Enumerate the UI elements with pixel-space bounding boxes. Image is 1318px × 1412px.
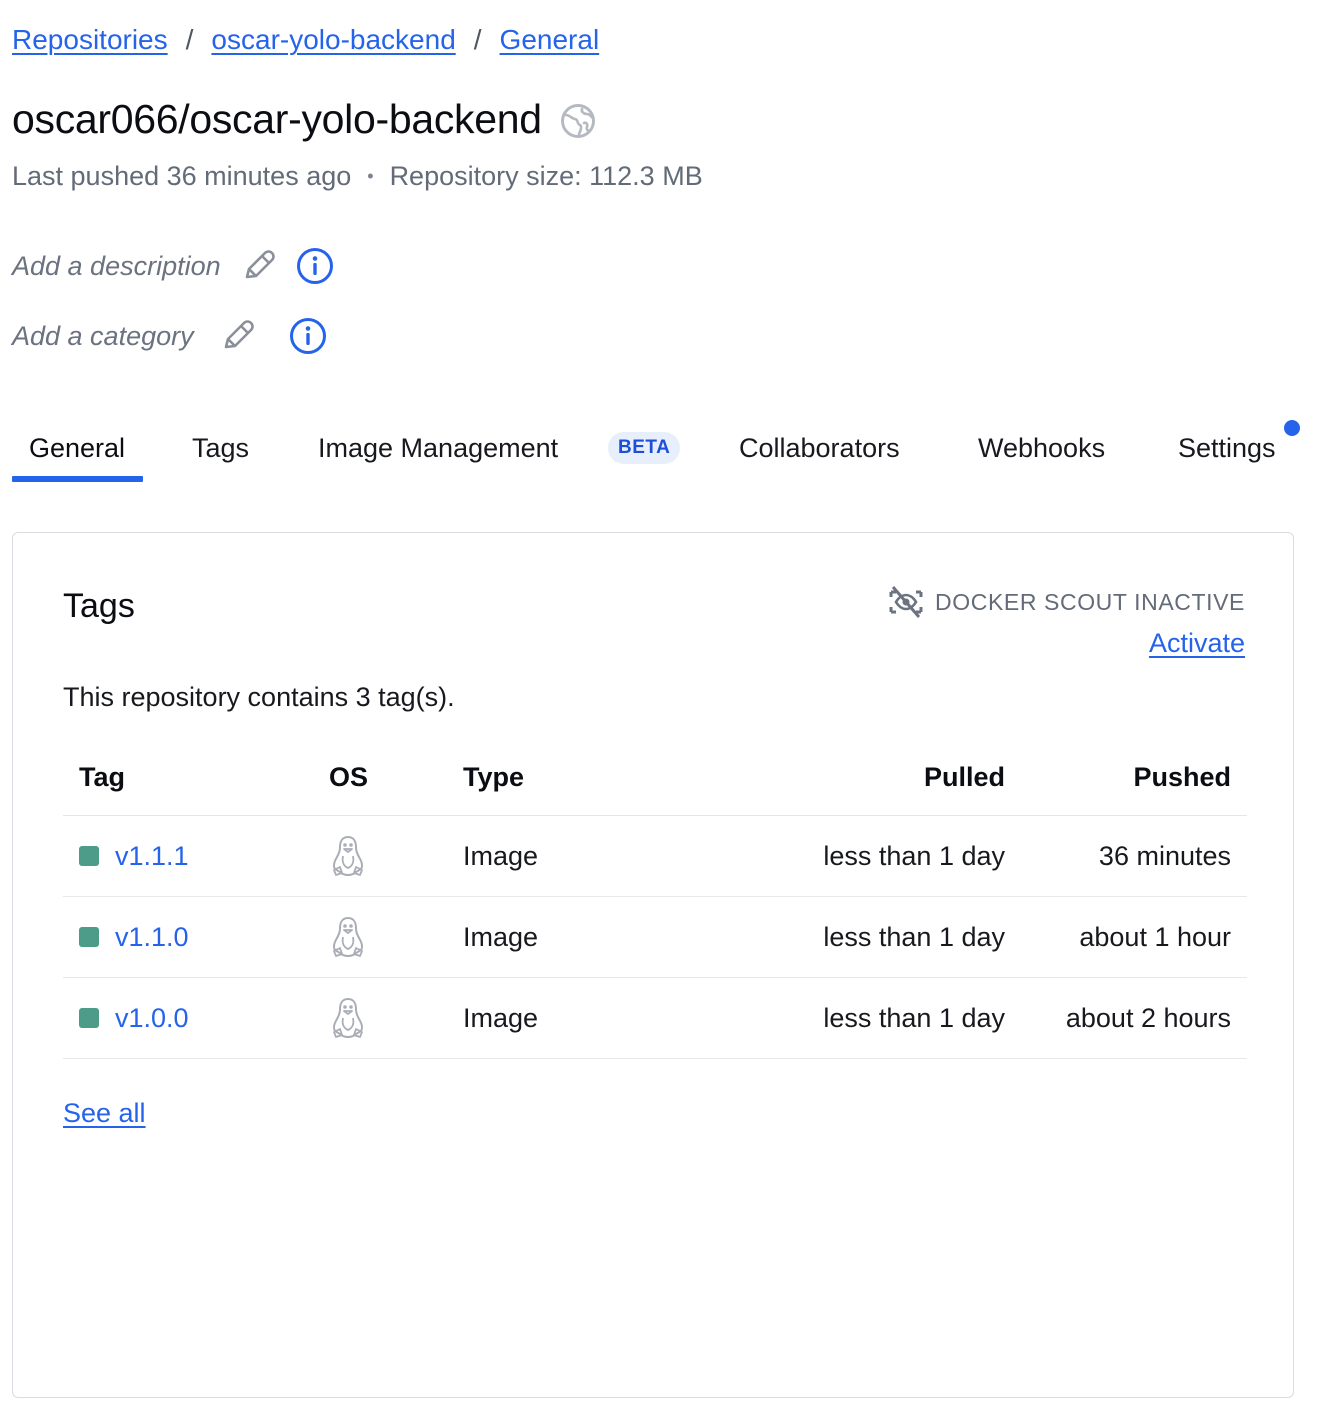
breadcrumb-general-link[interactable]: General: [500, 22, 600, 58]
tag-status-square: [79, 1008, 99, 1028]
last-pushed-text: Last pushed 36 minutes ago: [12, 161, 352, 191]
see-all-tags-link[interactable]: See all: [63, 1095, 146, 1131]
beta-badge: BETA: [608, 432, 681, 464]
repo-tabs: General Tags Image Management BETA Colla…: [12, 416, 1302, 488]
pushed-cell: about 2 hours: [1021, 977, 1247, 1059]
os-cell: [313, 896, 447, 978]
add-description-label: Add a description: [12, 251, 221, 281]
pulled-cell: less than 1 day: [659, 977, 1021, 1059]
pulled-cell: less than 1 day: [659, 896, 1021, 978]
type-cell: Image: [447, 896, 659, 978]
description-info-icon[interactable]: [295, 246, 335, 286]
tags-card-title: Tags: [63, 587, 135, 625]
meta-separator: •: [367, 166, 374, 186]
settings-notification-dot: [1284, 420, 1300, 436]
tag-link[interactable]: v1.0.0: [115, 1003, 189, 1034]
column-header-pulled: Pulled: [659, 739, 1021, 816]
edit-category-pencil-icon[interactable]: [218, 317, 256, 355]
category-row: Add a category: [12, 316, 328, 356]
tags-table: Tag OS Type Pulled Pushed v1.1.1 Image l…: [63, 739, 1247, 1059]
tab-settings[interactable]: Settings: [1178, 430, 1276, 466]
scout-inactive-icon: [889, 586, 923, 618]
linux-icon: [332, 835, 364, 877]
pulled-cell: less than 1 day: [659, 815, 1021, 897]
table-header-row: Tag OS Type Pulled Pushed: [63, 739, 1247, 816]
column-header-os: OS: [313, 739, 447, 816]
tab-general[interactable]: General: [29, 430, 125, 466]
activate-scout-link[interactable]: Activate: [1149, 625, 1245, 661]
column-header-type: Type: [447, 739, 659, 816]
table-row: v1.1.1 Image less than 1 day 36 minutes: [63, 815, 1247, 897]
os-cell: [313, 815, 447, 897]
breadcrumb-separator: /: [185, 24, 194, 55]
linux-icon: [332, 916, 364, 958]
breadcrumb: Repositories / oscar-yolo-backend / Gene…: [12, 22, 599, 58]
repo-size-text: Repository size: 112.3 MB: [389, 161, 703, 191]
page-title: oscar066/oscar-yolo-backend: [12, 96, 542, 142]
active-tab-indicator: [12, 476, 143, 482]
tag-status-square: [79, 927, 99, 947]
column-header-tag: Tag: [63, 739, 313, 816]
table-row: v1.0.0 Image less than 1 day about 2 hou…: [63, 977, 1247, 1059]
os-cell: [313, 977, 447, 1059]
tab-image-management[interactable]: Image Management: [318, 430, 558, 466]
tag-link[interactable]: v1.1.1: [115, 841, 189, 872]
type-cell: Image: [447, 815, 659, 897]
linux-icon: [332, 997, 364, 1039]
repo-header: oscar066/oscar-yolo-backend: [12, 94, 596, 144]
docker-scout-status: DOCKER SCOUT INACTIVE: [887, 583, 1245, 621]
tags-card: Tags DOCKER SCOUT INACTIVE Activate This…: [12, 532, 1294, 1398]
breadcrumb-separator: /: [473, 24, 482, 55]
category-info-icon[interactable]: [288, 316, 328, 356]
breadcrumb-repositories-link[interactable]: Repositories: [12, 22, 168, 58]
description-row: Add a description: [12, 246, 335, 286]
table-row: v1.1.0 Image less than 1 day about 1 hou…: [63, 896, 1247, 978]
tag-cell: v1.1.0: [63, 896, 313, 978]
tag-cell: v1.0.0: [63, 977, 313, 1059]
tab-collaborators[interactable]: Collaborators: [739, 430, 900, 466]
tab-tags[interactable]: Tags: [192, 430, 249, 466]
edit-description-pencil-icon[interactable]: [239, 247, 277, 285]
scout-status-text: DOCKER SCOUT INACTIVE: [935, 588, 1245, 615]
repo-meta: Last pushed 36 minutes ago • Repository …: [12, 158, 703, 194]
type-cell: Image: [447, 977, 659, 1059]
tag-status-square: [79, 846, 99, 866]
tag-link[interactable]: v1.1.0: [115, 922, 189, 953]
add-category-label: Add a category: [12, 321, 194, 351]
pushed-cell: about 1 hour: [1021, 896, 1247, 978]
tag-count-summary: This repository contains 3 tag(s).: [63, 682, 455, 712]
pushed-cell: 36 minutes: [1021, 815, 1247, 897]
breadcrumb-repo-link[interactable]: oscar-yolo-backend: [211, 22, 455, 58]
column-header-pushed: Pushed: [1021, 739, 1247, 816]
tab-webhooks[interactable]: Webhooks: [978, 430, 1105, 466]
tag-cell: v1.1.1: [63, 815, 313, 897]
globe-icon: [560, 104, 595, 138]
